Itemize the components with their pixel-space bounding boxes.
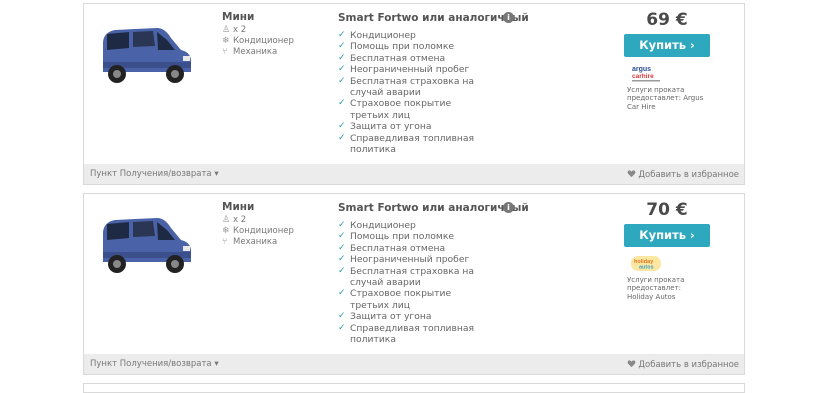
add-to-favorites-button[interactable]: Добавить в избранное <box>627 169 739 180</box>
pickup-dropoff-toggle[interactable]: Пункт Получения/возврата ▾ <box>90 359 219 369</box>
add-to-favorites-button[interactable]: Добавить в избранное <box>627 359 739 370</box>
buy-button[interactable]: Купить › <box>624 34 710 57</box>
check-icon: ✓ <box>338 98 346 109</box>
feature-item: ✓ Защита от угона <box>338 121 432 133</box>
heart-icon <box>628 360 636 368</box>
feature-item: ✓ Страховое покрытие третьих лиц <box>338 288 452 311</box>
person-icon: ♙ <box>222 215 231 225</box>
feature-item: ✓ Помощь при поломке <box>338 231 455 243</box>
car-image <box>103 218 191 273</box>
price: 70 € <box>646 200 688 220</box>
aircon-spec: ❄ Кондиционер <box>222 36 294 46</box>
provider-note: Услуги проката предоставлет: Argus Car H… <box>627 86 704 111</box>
check-icon: ✓ <box>338 311 346 322</box>
card-footer: Пункт Получения/возврата ▾ Добавить в из… <box>84 354 744 374</box>
aircon-spec: ❄ Кондиционер <box>222 226 294 236</box>
pickup-dropoff-toggle[interactable]: Пункт Получения/возврата ▾ <box>90 169 219 179</box>
feature-item: ✓ Справедливая топливная политика <box>338 322 475 346</box>
argus-carhire-logo: argus carhire <box>632 66 660 82</box>
check-icon: ✓ <box>338 132 346 143</box>
chevron-right-icon: › <box>690 38 695 52</box>
heart-icon <box>628 170 636 178</box>
check-icon: ✓ <box>338 242 346 253</box>
check-icon: ✓ <box>338 254 346 265</box>
check-icon: ✓ <box>338 265 346 276</box>
feature-item: ✓ Неограниченный пробег <box>338 64 470 76</box>
info-icon[interactable]: i <box>503 12 514 23</box>
check-icon: ✓ <box>338 52 346 63</box>
passengers-spec: ♙ x 2 <box>222 215 247 225</box>
check-icon: ✓ <box>338 231 346 242</box>
caret-down-icon: ▾ <box>214 359 219 369</box>
features-list: ✓ Кондиционер ✓ Помощь при поломке ✓ Беспла… <box>338 220 488 345</box>
feature-item: ✓ Кондиционер <box>338 30 416 41</box>
info-icon[interactable]: i <box>503 202 514 213</box>
svg-text:autos: autos <box>639 265 654 271</box>
svg-text:argus: argus <box>632 66 651 73</box>
chevron-right-icon: › <box>690 228 695 242</box>
transmission-spec: ⑂ Механика <box>222 47 278 57</box>
gearshift-icon: ⑂ <box>222 237 228 247</box>
person-icon: ♙ <box>222 25 231 35</box>
snowflake-icon: ❄ <box>222 36 230 46</box>
check-icon: ✓ <box>338 64 346 75</box>
feature-item: ✓ Неограниченный пробег <box>338 254 470 266</box>
feature-item: ✓ Кондиционер <box>338 220 416 231</box>
car-offer-card: Мини ♙ x 2 ❄ Кондиционер ⑂ Механика Smart F… <box>83 193 745 375</box>
feature-item: ✓ Помощь при поломке <box>338 41 455 53</box>
car-offer-card <box>83 383 745 393</box>
check-icon: ✓ <box>338 288 346 299</box>
car-category: Мини <box>222 201 255 213</box>
car-image <box>103 28 191 83</box>
feature-item: ✓ Бесплатная страховка на случай аварии <box>338 265 475 289</box>
price: 69 € <box>646 10 688 30</box>
check-icon: ✓ <box>338 322 346 333</box>
car-offer-card: Мини ♙ x 2 ❄ Кондиционер ⑂ Механика Smart F… <box>83 3 745 185</box>
car-model: Smart Fortwo или аналогичный <box>338 12 529 24</box>
features-list: ✓ Кондиционер ✓ Помощь при поломке ✓ Беспла… <box>338 30 488 155</box>
check-icon: ✓ <box>338 121 346 132</box>
feature-item: ✓ Защита от угона <box>338 311 432 323</box>
buy-button[interactable]: Купить › <box>624 224 710 247</box>
feature-item: ✓ Страховое покрытие третьих лиц <box>338 98 452 121</box>
feature-item: ✓ Справедливая топливная политика <box>338 132 475 156</box>
car-model: Smart Fortwo или аналогичный <box>338 202 529 214</box>
holiday-autos-logo: holiday autos <box>631 256 661 271</box>
card-footer: Пункт Получения/возврата ▾ Добавить в из… <box>84 164 744 184</box>
svg-text:carhire: carhire <box>632 73 654 80</box>
provider-note: Услуги проката предоставлет: Holiday Aut… <box>627 276 685 301</box>
check-icon: ✓ <box>338 41 346 52</box>
gearshift-icon: ⑂ <box>222 47 228 57</box>
feature-item: ✓ Бесплатная отмена <box>338 52 446 64</box>
caret-down-icon: ▾ <box>214 169 219 179</box>
transmission-spec: ⑂ Механика <box>222 237 278 247</box>
feature-item: ✓ Бесплатная отмена <box>338 242 446 254</box>
check-icon: ✓ <box>338 75 346 86</box>
passengers-spec: ♙ x 2 <box>222 25 247 35</box>
snowflake-icon: ❄ <box>222 226 230 236</box>
check-icon: ✓ <box>338 220 346 230</box>
check-icon: ✓ <box>338 30 346 40</box>
car-category: Мини <box>222 11 255 23</box>
feature-item: ✓ Бесплатная страховка на случай аварии <box>338 75 475 99</box>
